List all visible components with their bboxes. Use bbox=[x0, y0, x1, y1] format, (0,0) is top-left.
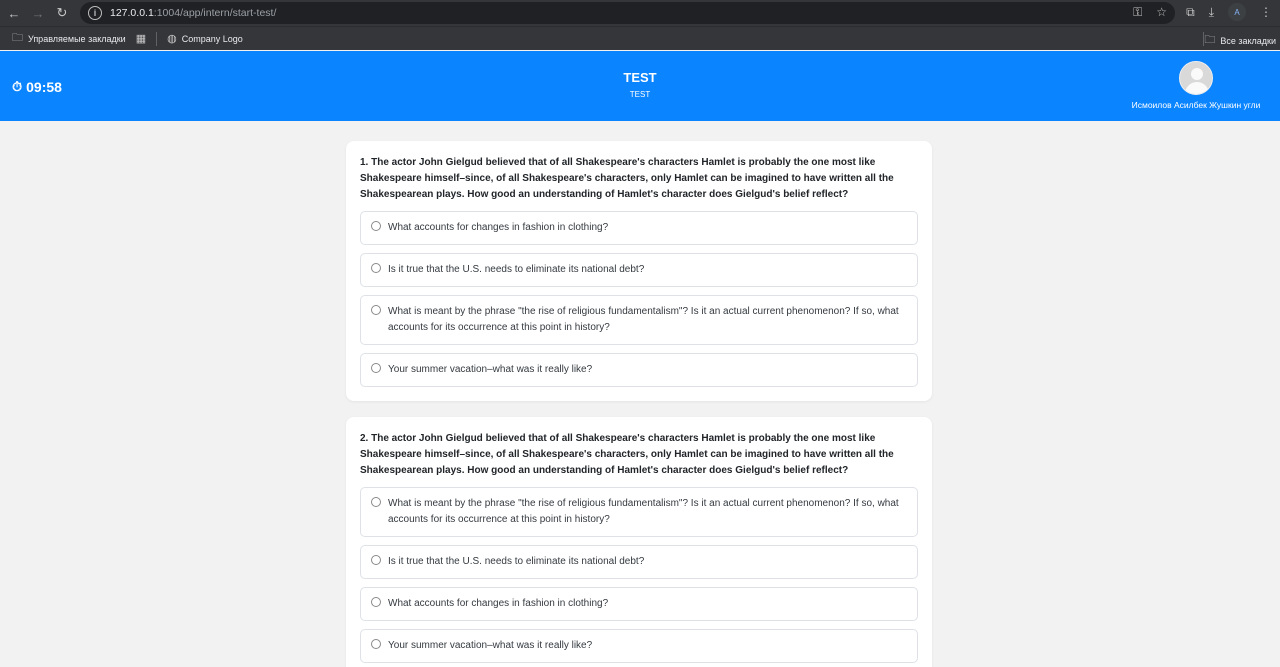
profile-avatar-icon[interactable]: A bbox=[1228, 3, 1246, 21]
apps-grid-icon[interactable]: ▦ bbox=[136, 32, 146, 45]
bookmark-separator bbox=[156, 31, 158, 46]
bookmark-company-logo[interactable]: ◍ Company Logo bbox=[167, 32, 243, 45]
avatar-head-shape bbox=[1191, 68, 1203, 80]
answer-option-label: What accounts for changes in fashion in … bbox=[388, 598, 609, 609]
avatar-body-shape bbox=[1185, 82, 1209, 94]
download-icon[interactable]: ⤓ bbox=[1209, 5, 1214, 20]
test-title: TEST bbox=[623, 70, 657, 85]
bookmark-star-icon[interactable]: ☆ bbox=[1156, 5, 1167, 20]
answer-option-label: Is it true that the U.S. needs to elimin… bbox=[388, 556, 645, 567]
question-card-1: 1. The actor John Gielgud believed that … bbox=[346, 141, 932, 401]
address-bar[interactable]: i 127.0.0.1:1004/app/intern/start-test/ … bbox=[80, 2, 1175, 24]
question-card-2: 2. The actor John Gielgud believed that … bbox=[346, 417, 932, 667]
bookmark-label: Company Logo bbox=[181, 33, 243, 44]
site-info-icon[interactable]: i bbox=[88, 6, 102, 20]
folder-icon: 🗀 bbox=[12, 32, 23, 44]
radio-button[interactable] bbox=[371, 363, 381, 373]
globe-icon: ◍ bbox=[167, 33, 177, 45]
radio-button[interactable] bbox=[371, 305, 381, 315]
radio-button[interactable] bbox=[371, 497, 381, 507]
answer-option-label: Your summer vacation–what was it really … bbox=[388, 364, 593, 375]
browser-toolbar: ← → ↻ i 127.0.0.1:1004/app/intern/start-… bbox=[0, 0, 1280, 26]
test-subtitle: TEST bbox=[629, 90, 651, 99]
url-host: 127.0.0.1 bbox=[110, 7, 154, 19]
radio-button[interactable] bbox=[371, 639, 381, 649]
bookmark-managed[interactable]: 🗀 Управляемые закладки bbox=[12, 29, 126, 48]
user-profile[interactable]: Исмоилов Асилбек Жушкин угли bbox=[1126, 61, 1266, 110]
folder-icon: 🗀 bbox=[1204, 34, 1216, 46]
avatar[interactable] bbox=[1179, 61, 1213, 95]
answer-option[interactable]: What accounts for changes in fashion in … bbox=[360, 587, 918, 621]
radio-button[interactable] bbox=[371, 263, 381, 273]
test-heading: TEST TEST bbox=[0, 70, 1280, 99]
all-bookmarks-label: Все закладки bbox=[1220, 35, 1276, 46]
answer-option[interactable]: What is meant by the phrase "the rise of… bbox=[360, 487, 918, 537]
answer-option[interactable]: What is meant by the phrase "the rise of… bbox=[360, 295, 918, 345]
answer-option-label: What is meant by the phrase "the rise of… bbox=[388, 498, 899, 525]
question-text: 1. The actor John Gielgud believed that … bbox=[360, 157, 894, 200]
menu-dots-icon[interactable]: ⋮ bbox=[1260, 5, 1272, 19]
radio-button[interactable] bbox=[371, 597, 381, 607]
forward-icon[interactable]: → bbox=[28, 3, 48, 23]
answer-option[interactable]: Your summer vacation–what was it really … bbox=[360, 353, 918, 387]
app-header: ⏱ 09:58 TEST TEST Исмоилов Асилбек Жушки… bbox=[0, 51, 1280, 121]
password-key-icon[interactable]: ⚿ bbox=[1133, 5, 1142, 20]
answer-option[interactable]: What accounts for changes in fashion in … bbox=[360, 211, 918, 245]
question-text: 2. The actor John Gielgud believed that … bbox=[360, 433, 894, 476]
bookmarks-bar: 🗀 Управляемые закладки ▦ ◍ Company Logo … bbox=[0, 26, 1280, 50]
answer-option[interactable]: Is it true that the U.S. needs to elimin… bbox=[360, 253, 918, 287]
url-path: :1004/app/intern/start-test/ bbox=[153, 7, 277, 19]
reload-icon[interactable]: ↻ bbox=[52, 3, 72, 23]
user-name: Исмоилов Асилбек Жушкин угли bbox=[1131, 100, 1261, 110]
radio-button[interactable] bbox=[371, 555, 381, 565]
radio-button[interactable] bbox=[371, 221, 381, 231]
answer-option[interactable]: Is it true that the U.S. needs to elimin… bbox=[360, 545, 918, 579]
answer-option-label: Your summer vacation–what was it really … bbox=[388, 640, 593, 651]
answer-option-label: What is meant by the phrase "the rise of… bbox=[388, 306, 899, 333]
all-bookmarks[interactable]: 🗀 Все закладки bbox=[1204, 31, 1276, 50]
answer-option-label: Is it true that the U.S. needs to elimin… bbox=[388, 264, 645, 275]
bookmark-label: Управляемые закладки bbox=[28, 33, 126, 44]
answer-option-label: What accounts for changes in fashion in … bbox=[388, 222, 609, 233]
url-text[interactable]: 127.0.0.1:1004/app/intern/start-test/ bbox=[110, 7, 276, 19]
extensions-icon[interactable]: ⧉ bbox=[1186, 5, 1195, 20]
back-icon[interactable]: ← bbox=[4, 3, 24, 23]
answer-option[interactable]: Your summer vacation–what was it really … bbox=[360, 629, 918, 663]
